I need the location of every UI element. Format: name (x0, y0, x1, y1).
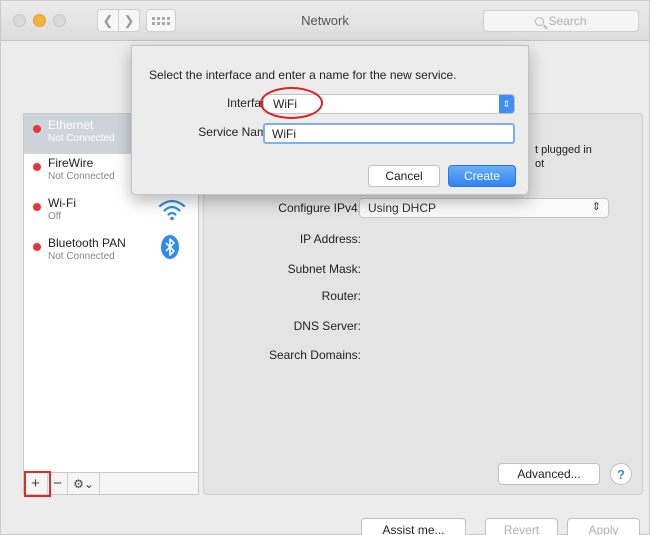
new-service-sheet: Select the interface and enter a name fo… (131, 45, 529, 195)
service-status: Not Connected (48, 133, 115, 144)
gear-icon: ⚙⌄ (73, 476, 94, 491)
search-domains-label: Search Domains: (268, 348, 361, 362)
dns-server-label: DNS Server: (293, 319, 361, 333)
service-status: Not Connected (48, 251, 115, 262)
router-row: Router: (203, 289, 643, 307)
create-button[interactable]: Create (448, 165, 516, 187)
updown-arrows-icon: ⇕ (591, 201, 601, 213)
service-item-bluetooth-pan[interactable]: Bluetooth PAN Not Connected (24, 232, 198, 272)
connection-status-text: t plugged in ot (535, 143, 592, 171)
service-name: Bluetooth PAN (48, 236, 126, 250)
sheet-prompt: Select the interface and enter a name fo… (149, 68, 457, 82)
configure-ipv4-value: Using DHCP (368, 201, 437, 215)
title-bar: ❮ ❯ Network Search (1, 1, 649, 41)
advanced-button[interactable]: Advanced... (498, 463, 600, 485)
minus-icon: − (53, 475, 62, 492)
help-button[interactable]: ? (610, 463, 632, 485)
action-menu-button[interactable]: ⚙⌄ (68, 473, 100, 494)
configure-ipv4-select[interactable]: Using DHCP ⇕ (359, 198, 609, 218)
remove-service-button[interactable]: − (48, 473, 68, 494)
ip-address-row: IP Address: (203, 232, 643, 250)
interface-highlight-annotation (260, 87, 323, 119)
status-line-1: t plugged in (535, 144, 592, 156)
status-dot (33, 243, 41, 251)
status-dot (33, 125, 41, 133)
assist-me-button[interactable]: Assist me... (361, 518, 466, 535)
search-domains-row: Search Domains: (203, 348, 643, 366)
dns-server-row: DNS Server: (203, 319, 643, 337)
configure-ipv4-label: Configure IPv4: (278, 201, 361, 215)
status-dot (33, 163, 41, 171)
apply-button[interactable]: Apply (567, 518, 640, 535)
status-dot (33, 203, 41, 211)
service-name-input[interactable] (263, 123, 515, 144)
wifi-icon (158, 199, 186, 221)
search-field[interactable]: Search (483, 10, 639, 32)
service-name-label: Service Name: (198, 125, 277, 139)
search-placeholder: Search (548, 14, 587, 28)
service-status: Not Connected (48, 171, 115, 182)
service-name: Wi-Fi (48, 196, 76, 210)
revert-button[interactable]: Revert (485, 518, 558, 535)
add-button-highlight-annotation (24, 471, 51, 497)
cancel-button[interactable]: Cancel (368, 165, 440, 187)
updown-arrows-icon: ⇕ (499, 95, 514, 113)
bluetooth-icon (161, 235, 179, 259)
service-name: FireWire (48, 156, 94, 170)
ip-address-label: IP Address: (299, 232, 361, 246)
status-line-2: ot (535, 158, 545, 170)
subnet-mask-label: Subnet Mask: (287, 262, 361, 276)
service-status: Off (48, 211, 62, 222)
subnet-mask-row: Subnet Mask: (203, 262, 643, 280)
service-name: Ethernet (48, 118, 94, 132)
search-icon (535, 16, 545, 26)
service-item-wifi[interactable]: Wi-Fi Off (24, 192, 198, 232)
router-label: Router: (321, 289, 361, 303)
network-preferences-window: ❮ ❯ Network Search Ethernet Not Connecte… (0, 0, 650, 535)
